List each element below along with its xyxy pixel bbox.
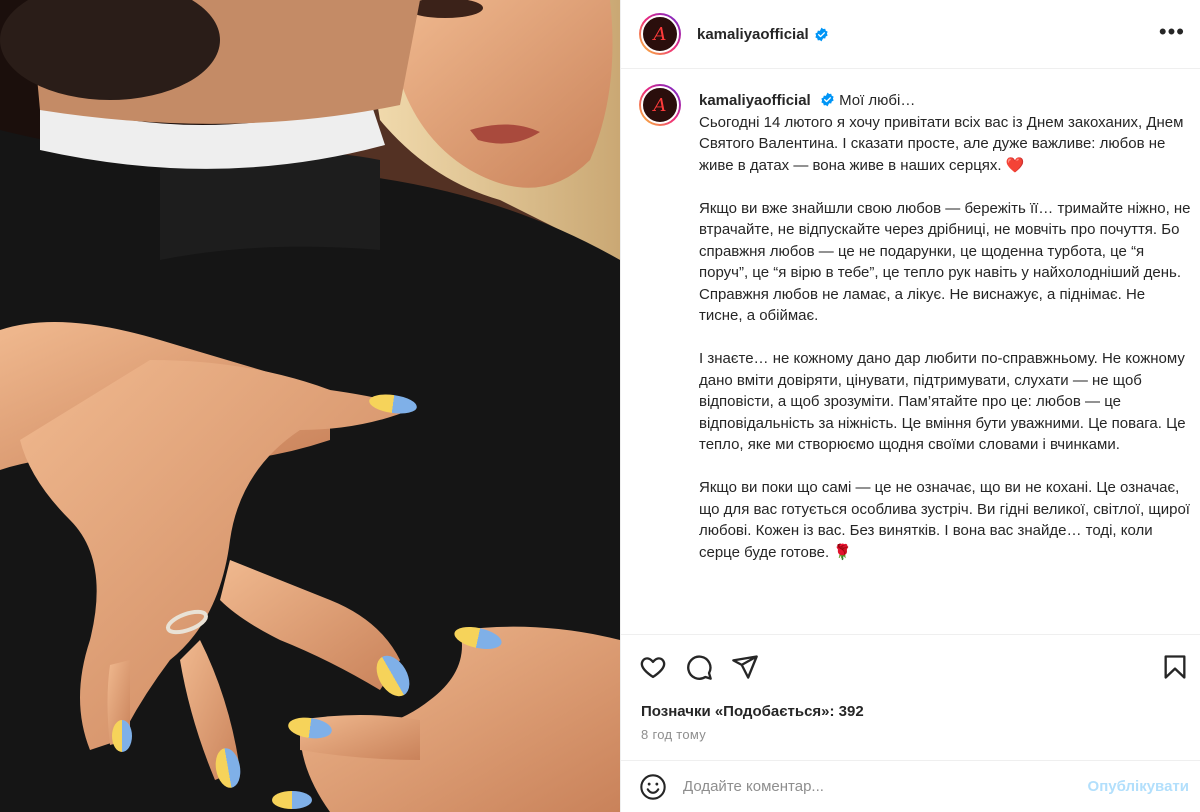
comment-input[interactable] xyxy=(683,778,1053,795)
post-header: A kamaliyaofficial ••• xyxy=(621,0,1200,69)
caption-paragraph-3: І знаєте… не кожному дано дар любити по-… xyxy=(699,350,1186,453)
avatar-letter: A xyxy=(641,15,679,53)
post-side-panel: A kamaliyaofficial ••• A kamaliyaofficia… xyxy=(620,0,1200,812)
author-username[interactable]: kamaliyaofficial xyxy=(697,26,809,43)
caption-text: kamaliyaofficial Мої любі… Сьогодні 14 л… xyxy=(699,90,1191,563)
red-heart-icon: ❤️ xyxy=(1005,156,1025,174)
save-bookmark-icon[interactable] xyxy=(1161,653,1189,681)
caption-paragraph-1: Сьогодні 14 лютого я хочу привітати всіх… xyxy=(699,113,1184,174)
rose-icon: 🌹 xyxy=(833,543,853,561)
emoji-smiley-icon[interactable] xyxy=(639,773,667,801)
avatar-letter: A xyxy=(641,86,679,124)
caption-author-avatar[interactable]: A xyxy=(639,84,681,126)
comment-bar: Опублікувати xyxy=(621,760,1200,812)
caption-paragraph-2: Якщо ви вже знайшли свою любов — бережіт… xyxy=(699,199,1191,325)
verified-badge-icon xyxy=(821,92,834,107)
more-options-icon[interactable]: ••• xyxy=(1159,21,1185,43)
likes-count[interactable]: Позначки «Подобається»: 392 xyxy=(641,703,864,720)
photo-illustration xyxy=(0,0,620,812)
share-paper-plane-icon[interactable] xyxy=(731,653,759,681)
verified-badge-icon xyxy=(815,27,828,41)
post-timestamp[interactable]: 8 год тому xyxy=(641,727,706,742)
publish-comment-button[interactable]: Опублікувати xyxy=(1088,778,1189,795)
author-avatar[interactable]: A xyxy=(639,13,681,55)
action-icon-row xyxy=(639,653,759,681)
post-photo[interactable] xyxy=(0,0,620,812)
post-caption: A kamaliyaofficial Мої любі… Сьогодні 14… xyxy=(621,82,1200,634)
comment-bubble-icon[interactable] xyxy=(685,653,713,681)
caption-lead: Мої любі… xyxy=(839,92,916,109)
caption-username[interactable]: kamaliyaofficial xyxy=(699,92,811,109)
like-heart-icon[interactable] xyxy=(639,653,667,681)
caption-paragraph-4: Якщо ви поки що самі — це не означає, що… xyxy=(699,479,1190,561)
